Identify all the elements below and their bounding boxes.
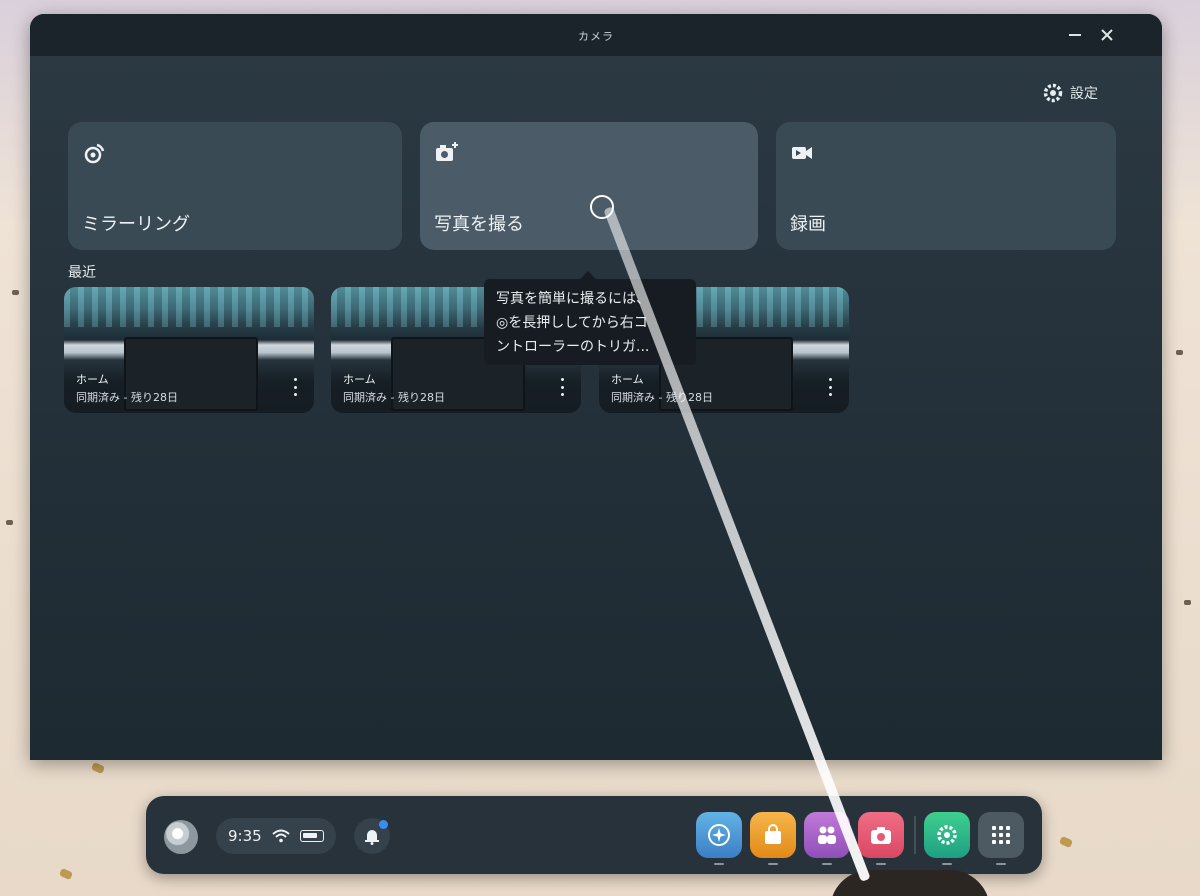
- grid-icon: [992, 826, 1010, 844]
- settings-button[interactable]: 設定: [1042, 80, 1098, 106]
- bag-icon: [765, 824, 781, 844]
- camera-icon: [871, 827, 891, 844]
- media-title: ホーム: [76, 373, 109, 386]
- mirroring-label: ミラーリング: [82, 214, 190, 235]
- mirroring-card[interactable]: ミラーリング: [68, 122, 402, 250]
- more-options-button[interactable]: [821, 375, 839, 399]
- pointer-cursor: [590, 195, 614, 219]
- minimize-button[interactable]: [1060, 20, 1090, 50]
- media-title: ホーム: [611, 373, 644, 386]
- media-subtitle: 同期済み - 残り28日: [76, 391, 178, 404]
- camera-app-button[interactable]: [858, 812, 904, 865]
- notification-badge: [379, 820, 388, 829]
- record-label: 録画: [790, 214, 826, 235]
- environment-speck: [90, 761, 106, 775]
- more-options-button[interactable]: [553, 375, 571, 399]
- cast-icon: [84, 143, 105, 164]
- record-card[interactable]: 録画: [776, 122, 1116, 250]
- media-subtitle: 同期済み - 残り28日: [343, 391, 445, 404]
- minimize-icon: [1069, 34, 1081, 36]
- bell-icon: [365, 830, 379, 845]
- environment-speck: [1184, 600, 1191, 605]
- people-icon: [818, 826, 836, 844]
- media-title: ホーム: [343, 373, 376, 386]
- environment-speck: [58, 867, 74, 881]
- tooltip-line: 写真を簡単に撮るには、: [496, 291, 650, 307]
- settings-icon: [937, 825, 957, 845]
- camera-window: カメラ 設定 ミラーリング 写真を撮る 録画 最近 ホーム 同期済み - 残り2…: [30, 14, 1162, 760]
- compass-icon: [708, 824, 730, 846]
- avatar[interactable]: [164, 820, 198, 854]
- system-dock: 9:35: [146, 796, 1042, 874]
- dock-divider: [914, 816, 916, 854]
- title-bar: カメラ: [30, 14, 1162, 56]
- quick-settings-button[interactable]: 9:35: [216, 818, 336, 854]
- app-library-button[interactable]: [978, 812, 1024, 865]
- explore-app-button[interactable]: [696, 812, 742, 865]
- store-app-button[interactable]: [750, 812, 796, 865]
- recent-media-item[interactable]: ホーム 同期済み - 残り28日: [64, 287, 314, 413]
- clock: 9:35: [228, 827, 262, 845]
- close-button[interactable]: [1092, 20, 1122, 50]
- take-photo-card[interactable]: 写真を撮る: [420, 122, 758, 250]
- close-icon: [1101, 29, 1113, 41]
- window-title: カメラ: [578, 30, 614, 43]
- environment-speck: [1058, 835, 1074, 849]
- settings-app-button[interactable]: [924, 812, 970, 865]
- gear-icon: [1043, 83, 1063, 103]
- wifi-icon: [272, 829, 290, 843]
- settings-label: 設定: [1070, 86, 1098, 102]
- environment-speck: [6, 520, 13, 525]
- environment-speck: [12, 290, 19, 295]
- camera-plus-icon: [436, 142, 458, 161]
- environment-speck: [1176, 350, 1183, 355]
- take-photo-label: 写真を撮る: [434, 214, 524, 235]
- battery-icon: [299, 830, 324, 842]
- video-icon: [792, 147, 812, 159]
- more-options-button[interactable]: [286, 375, 304, 399]
- controller-hand: [830, 870, 990, 896]
- recent-heading: 最近: [68, 265, 96, 281]
- media-subtitle: 同期済み - 残り28日: [611, 391, 713, 404]
- notifications-button[interactable]: [354, 818, 390, 854]
